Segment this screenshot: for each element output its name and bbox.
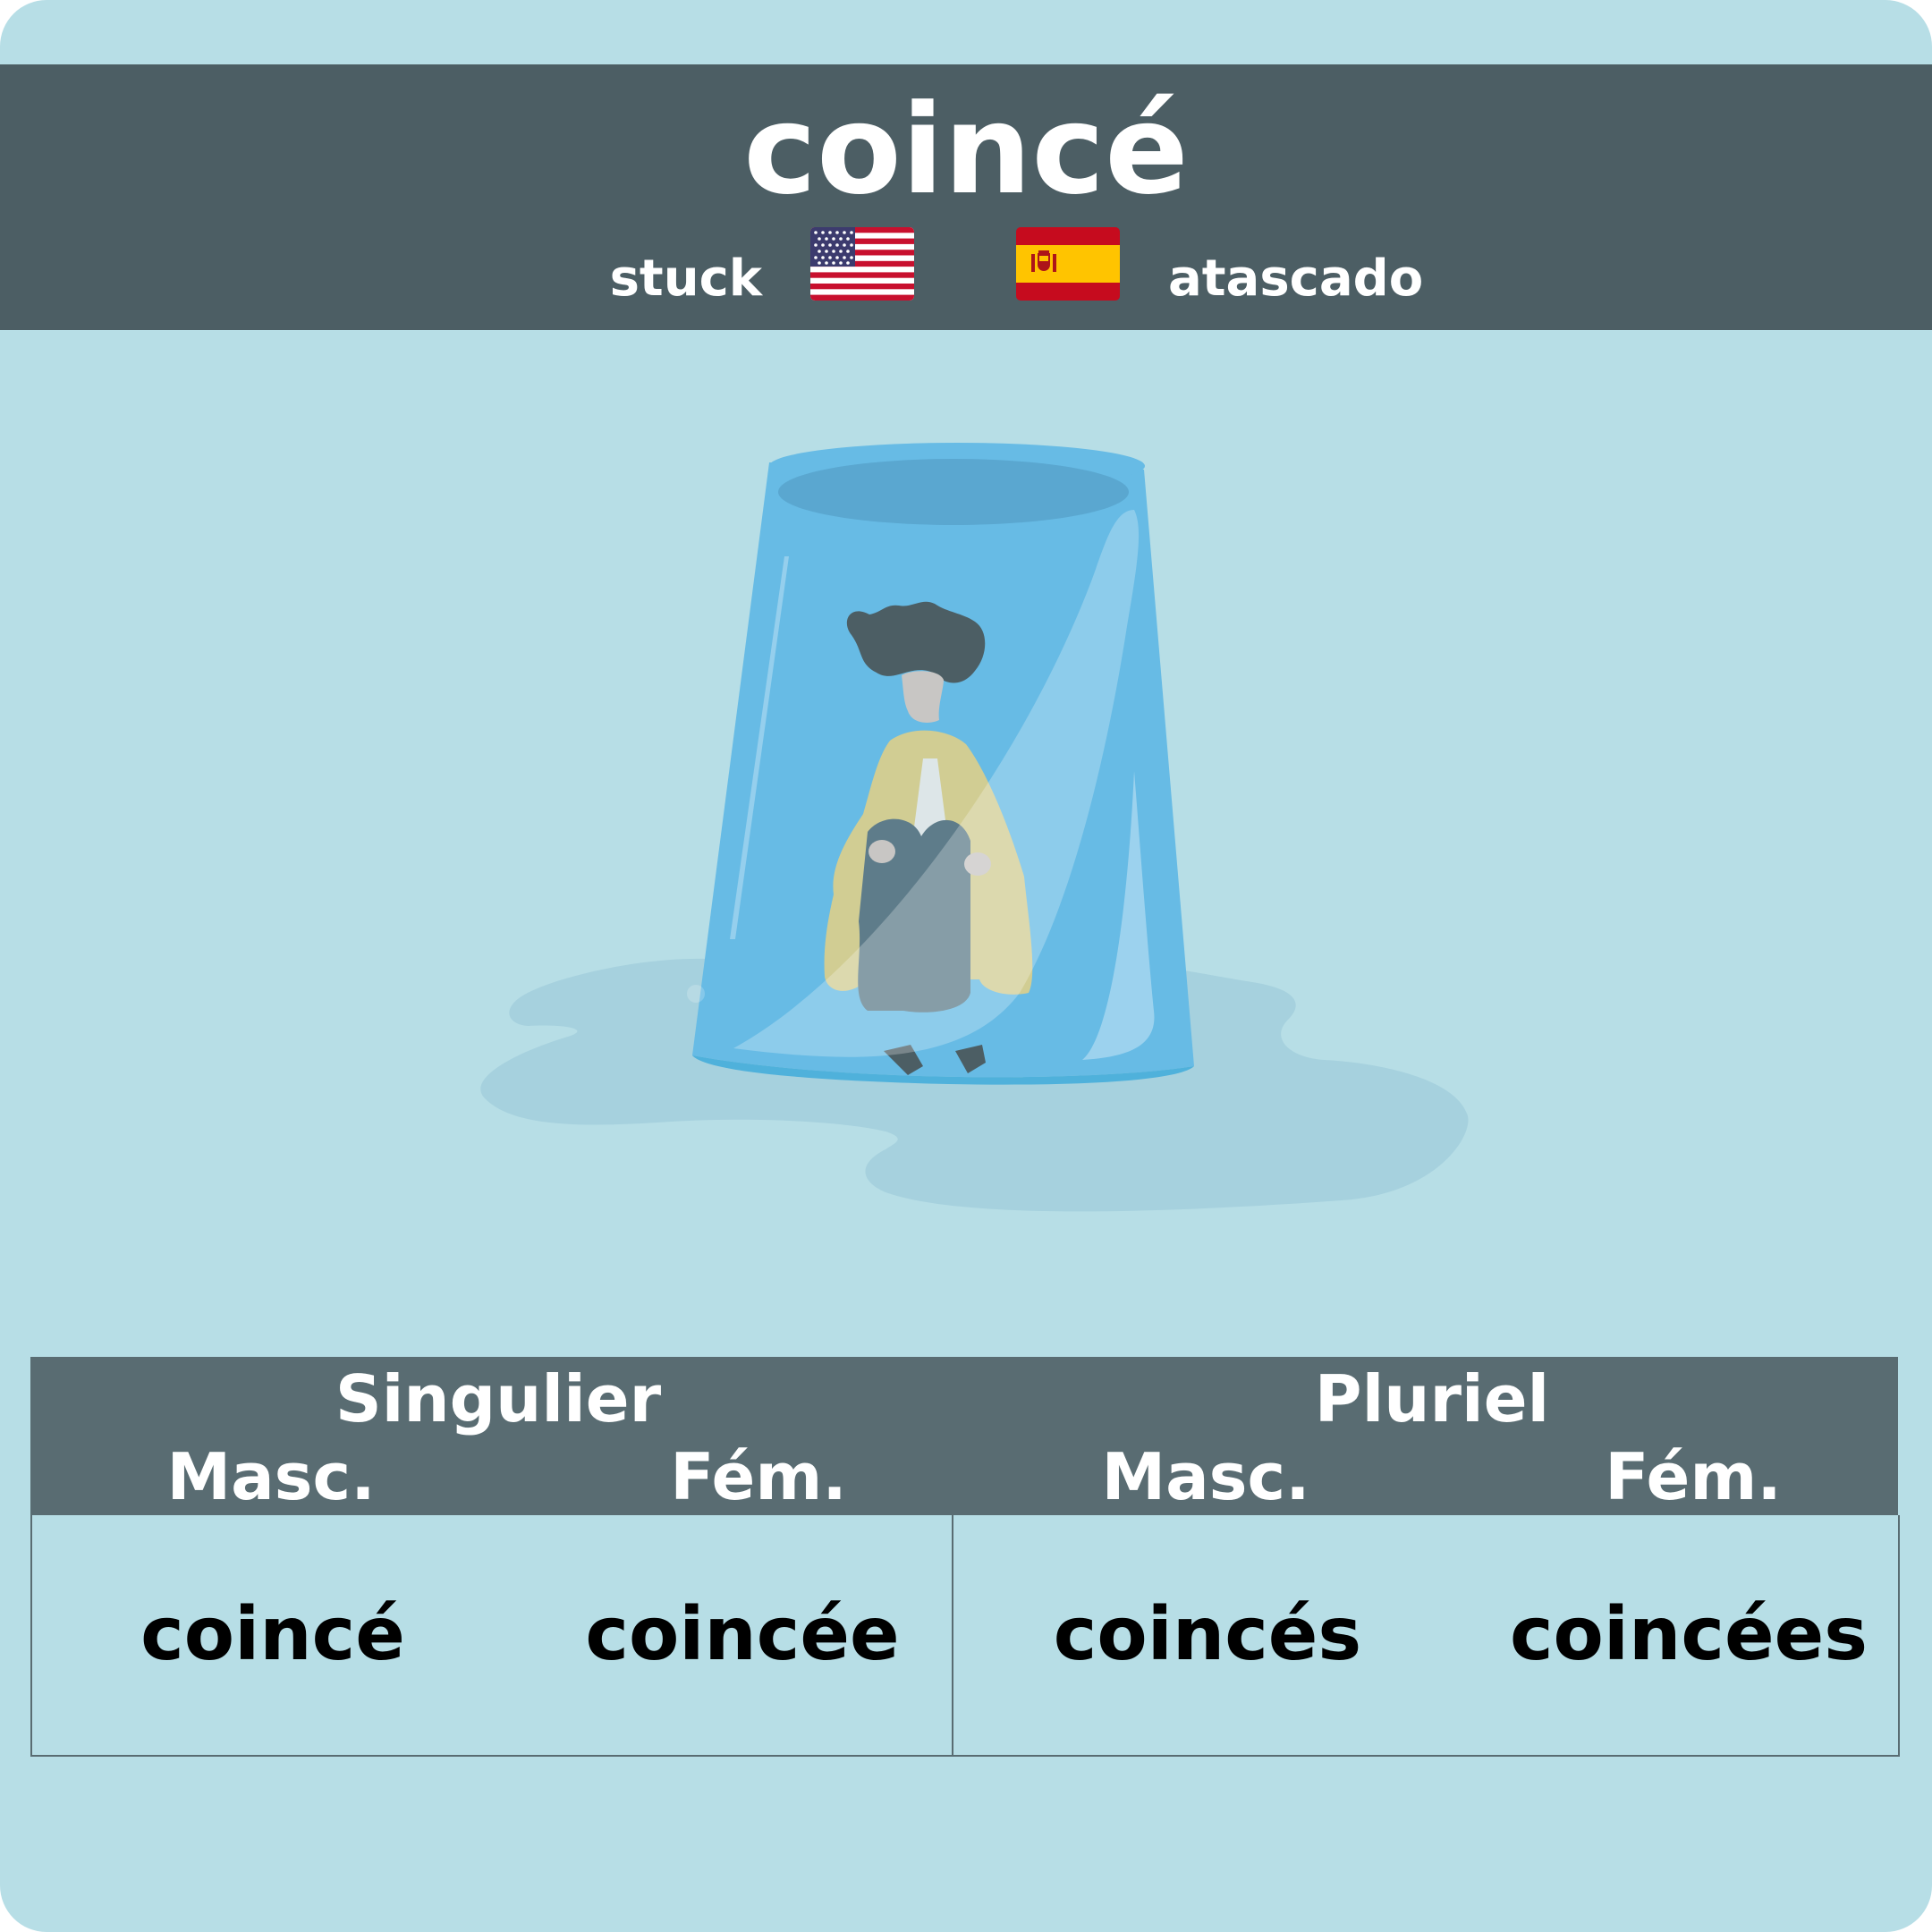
person-trapped-in-glass-illustration (480, 443, 1469, 1212)
headword: coincé (743, 78, 1189, 222)
us-flag-icon (810, 227, 914, 301)
spain-flag-icon (1016, 227, 1120, 301)
singular-masculine-header: Masc. (166, 1439, 376, 1514)
plural-masculine-header: Masc. (1101, 1439, 1310, 1514)
singular-group-header: Singulier (335, 1361, 662, 1436)
vocabulary-card: coincé stuck atascado Singulier Pluriel … (0, 0, 1932, 1932)
column-divider (952, 1515, 953, 1755)
declension-table: Singulier Pluriel Masc. Fém. Masc. Fém. … (30, 1357, 1900, 1757)
form-singular-feminine: coincée (585, 1592, 900, 1677)
word-header: coincé stuck atascado (0, 64, 1932, 330)
singular-feminine-header: Fém. (670, 1439, 847, 1514)
form-singular-masculine: coincé (140, 1592, 405, 1677)
plural-feminine-header: Fém. (1605, 1439, 1782, 1514)
spanish-translation: atascado (1168, 250, 1424, 308)
table-body: coincé coincée coincés coincées (30, 1515, 1900, 1757)
plural-group-header: Pluriel (1314, 1361, 1550, 1436)
english-translation: stuck (609, 250, 762, 308)
form-plural-feminine: coincées (1509, 1592, 1868, 1677)
form-plural-masculine: coincés (1053, 1592, 1362, 1677)
table-header: Singulier Pluriel Masc. Fém. Masc. Fém. (30, 1357, 1898, 1515)
